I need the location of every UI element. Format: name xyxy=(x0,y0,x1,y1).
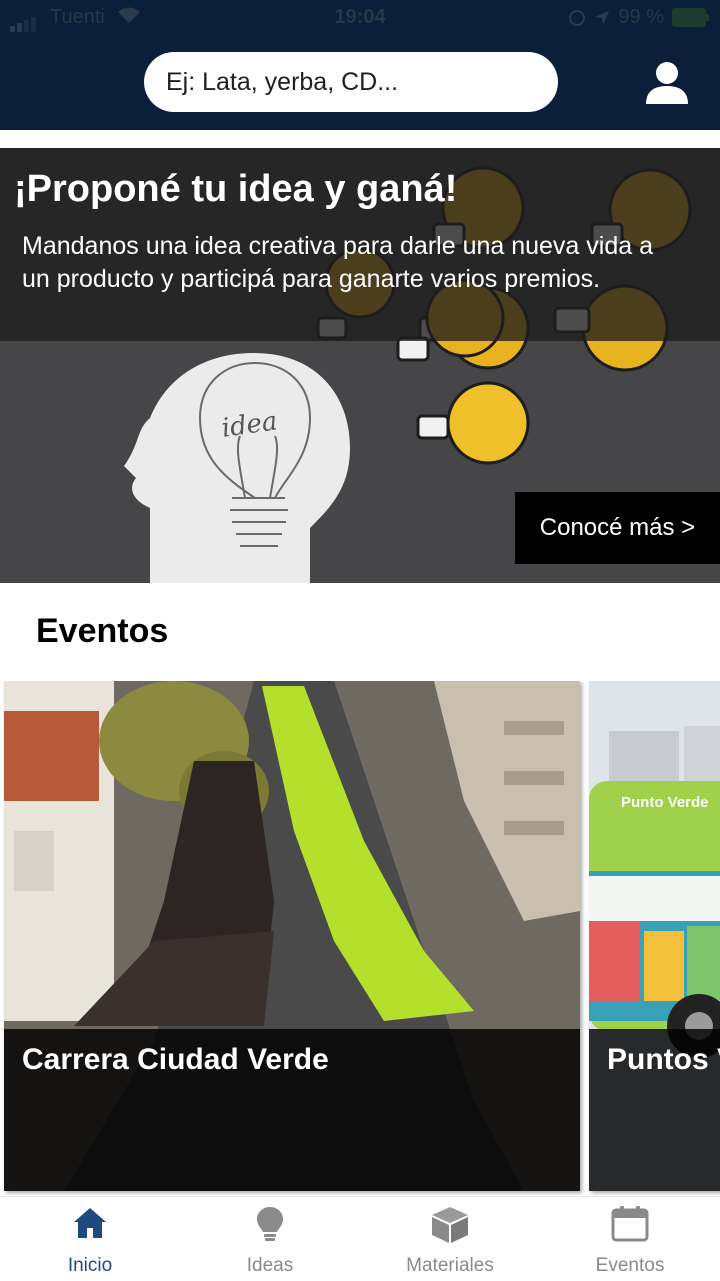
home-icon xyxy=(74,1208,106,1238)
event-caption: Carrera Ciudad Verde xyxy=(4,1029,580,1191)
bottom-navigation: Inicio Ideas Materiales Eventos xyxy=(0,1196,720,1281)
nav-item-eventos[interactable]: Eventos xyxy=(540,1197,720,1281)
app-header: Tuenti 19:04 99 % xyxy=(0,0,720,130)
nav-label: Ideas xyxy=(246,1255,294,1276)
event-card[interactable]: Carrera Ciudad Verde xyxy=(4,681,580,1191)
nav-item-inicio[interactable]: Inicio xyxy=(0,1197,180,1281)
van-label: Punto Verde xyxy=(621,794,709,811)
events-section-title: Eventos xyxy=(36,612,169,650)
event-card[interactable]: Punto Verde Puntos Verdes xyxy=(589,681,720,1191)
nav-item-materiales[interactable]: Materiales xyxy=(360,1197,540,1281)
lock-rotation-icon xyxy=(569,9,586,26)
nav-label: Materiales xyxy=(406,1255,494,1276)
status-bar: Tuenti 19:04 99 % xyxy=(0,0,720,38)
battery-icon xyxy=(672,8,709,27)
promo-banner[interactable]: idea ¡Proponé tu idea y ganá! Mandanos u… xyxy=(0,148,720,583)
events-carousel[interactable]: Carrera Ciudad Verde Punto Verde Puntos … xyxy=(0,681,720,1195)
location-arrow-icon xyxy=(595,10,610,25)
event-caption: Puntos Verdes xyxy=(589,1029,720,1191)
search-input[interactable] xyxy=(144,52,558,112)
event-title: Puntos Verdes xyxy=(607,1043,720,1076)
user-profile-icon[interactable] xyxy=(644,60,690,106)
battery-percent: 99 % xyxy=(618,6,664,28)
lightbulb-icon xyxy=(257,1207,283,1241)
learn-more-button[interactable]: Conocé más > xyxy=(515,492,720,564)
banner-title: ¡Proponé tu idea y ganá! xyxy=(14,168,458,210)
nav-item-ideas[interactable]: Ideas xyxy=(180,1197,360,1281)
calendar-icon xyxy=(611,1206,649,1242)
nav-label: Eventos xyxy=(595,1255,665,1276)
event-title: Carrera Ciudad Verde xyxy=(22,1043,329,1076)
banner-description: Mandanos una idea creativa para darle un… xyxy=(22,232,653,293)
nav-label: Inicio xyxy=(67,1255,113,1276)
status-right: 99 % xyxy=(568,6,709,29)
box-icon xyxy=(432,1207,468,1243)
